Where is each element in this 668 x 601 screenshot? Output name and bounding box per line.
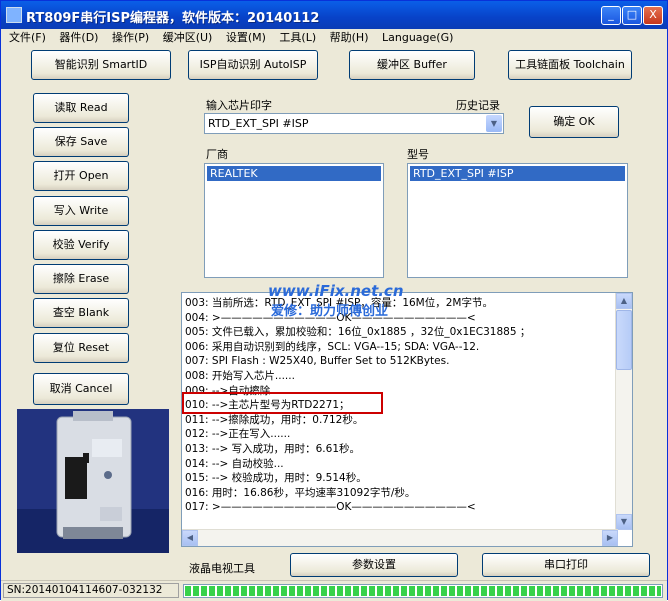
close-button[interactable]: X bbox=[643, 6, 663, 25]
vendor-list[interactable]: REALTEK bbox=[204, 163, 384, 278]
log-line: 013: --> 写入成功，用时：6.61秒。 bbox=[185, 442, 361, 455]
log-line: 004: >———————————OK———————————< bbox=[185, 311, 476, 324]
model-list-item[interactable]: RTD_EXT_SPI #ISP bbox=[410, 166, 625, 181]
chip-combobox-value: RTD_EXT_SPI #ISP bbox=[208, 117, 309, 130]
log-line: 005: 文件已载入，累加校验和：16位_0x1885 ，32位_0x1EC31… bbox=[185, 326, 531, 339]
status-bar: SN:20140104114607-032132 bbox=[1, 580, 667, 601]
main-window: RT809F串行ISP编程器，软件版本：20140112 _ □ X 文件(F)… bbox=[0, 0, 668, 601]
menu-settings[interactable]: 设置(M) bbox=[221, 29, 271, 47]
smartid-button[interactable]: 智能识别 SmartID bbox=[31, 50, 171, 80]
title-bar: RT809F串行ISP编程器，软件版本：20140112 _ □ X bbox=[1, 1, 667, 29]
programmer-image bbox=[17, 409, 169, 553]
vendor-label: 厂商 bbox=[206, 148, 228, 161]
write-button[interactable]: 写入 Write bbox=[33, 196, 129, 226]
chip-input-label: 输入芯片印字 bbox=[206, 99, 272, 112]
vendor-list-item[interactable]: REALTEK bbox=[207, 166, 381, 181]
erase-button[interactable]: 擦除 Erase bbox=[33, 264, 129, 294]
log-line: 016: 用时：16.86秒，平均速率31092字节/秒。 bbox=[185, 486, 416, 499]
confirm-ok-button[interactable]: 确定 OK bbox=[529, 106, 619, 138]
log-line: 006: 采用自动识别到的线序，SCL: VGA--15; SDA: VGA--… bbox=[185, 340, 480, 353]
menu-bar: 文件(F) 器件(D) 操作(P) 缓冲区(U) 设置(M) 工具(L) 帮助(… bbox=[4, 29, 664, 47]
minimize-button[interactable]: _ bbox=[601, 6, 621, 25]
menu-help[interactable]: 帮助(H) bbox=[325, 29, 374, 47]
menu-file[interactable]: 文件(F) bbox=[4, 29, 51, 47]
blank-button[interactable]: 查空 Blank bbox=[33, 298, 129, 328]
chevron-down-icon[interactable]: ▼ bbox=[486, 115, 502, 132]
progress-bar bbox=[183, 584, 663, 598]
model-label: 型号 bbox=[407, 148, 429, 161]
log-line: 011: -->擦除成功，用时：0.712秒。 bbox=[185, 413, 364, 426]
app-icon bbox=[6, 7, 22, 23]
log-line: 015: --> 校验成功，用时：9.514秒。 bbox=[185, 472, 367, 485]
read-button[interactable]: 读取 Read bbox=[33, 93, 129, 123]
log-line: 014: --> 自动校验... bbox=[185, 457, 284, 470]
log-line: 017: >———————————OK———————————< bbox=[185, 501, 476, 514]
scroll-up-icon[interactable]: ▲ bbox=[616, 293, 632, 309]
model-list[interactable]: RTD_EXT_SPI #ISP bbox=[407, 163, 628, 278]
maximize-button[interactable]: □ bbox=[622, 6, 642, 25]
highlight-box bbox=[182, 392, 383, 414]
log-line: 012: -->正在写入...... bbox=[185, 428, 291, 441]
log-scroll-thumb[interactable] bbox=[616, 310, 632, 370]
menu-device[interactable]: 器件(D) bbox=[54, 29, 103, 47]
progress-fill bbox=[185, 586, 661, 596]
serial-number: SN:20140104114607-032132 bbox=[3, 583, 179, 598]
menu-language[interactable]: Language(G) bbox=[377, 29, 458, 47]
menu-tools[interactable]: 工具(L) bbox=[274, 29, 321, 47]
save-button[interactable]: 保存 Save bbox=[33, 127, 129, 157]
log-line: 008: 开始写入芯片...... bbox=[185, 369, 295, 382]
serial-print-button[interactable]: 串口打印 bbox=[482, 553, 650, 577]
lcd-tools-label: 液晶电视工具 bbox=[189, 562, 255, 575]
log-output[interactable]: 003: 当前所选：RTD_EXT_SPI #ISP，容量：16M位，2M字节。… bbox=[181, 292, 633, 547]
menu-operation[interactable]: 操作(P) bbox=[107, 29, 154, 47]
log-line: 007: SPI Flash : W25X40, Buffer Set to 5… bbox=[185, 355, 450, 368]
scroll-left-icon[interactable]: ◀ bbox=[182, 530, 198, 546]
chip-combobox[interactable]: RTD_EXT_SPI #ISP ▼ bbox=[204, 113, 504, 134]
menu-buffer[interactable]: 缓冲区(U) bbox=[158, 29, 218, 47]
log-vertical-scrollbar[interactable]: ▲ ▼ bbox=[615, 293, 632, 530]
param-settings-button[interactable]: 参数设置 bbox=[290, 553, 458, 577]
reset-button[interactable]: 复位 Reset bbox=[33, 333, 129, 363]
scroll-right-icon[interactable]: ▶ bbox=[602, 530, 618, 546]
toolchain-button[interactable]: 工具链面板 Toolchain bbox=[508, 50, 632, 80]
open-button[interactable]: 打开 Open bbox=[33, 161, 129, 191]
programmer-photo bbox=[17, 409, 169, 553]
watermark-slogan: 爱修：助力师傅创业 bbox=[271, 304, 389, 319]
cancel-button[interactable]: 取消 Cancel bbox=[33, 373, 129, 405]
buffer-button[interactable]: 缓冲区 Buffer bbox=[349, 50, 475, 80]
history-label: 历史记录 bbox=[456, 99, 500, 112]
watermark-site: www.iFix.net.cn bbox=[268, 282, 404, 300]
log-horizontal-scrollbar[interactable]: ◀ ▶ bbox=[182, 529, 618, 546]
verify-button[interactable]: 校验 Verify bbox=[33, 230, 129, 260]
autoisp-button[interactable]: ISP自动识别 AutoISP bbox=[188, 50, 318, 80]
window-title: RT809F串行ISP编程器，软件版本：20140112 bbox=[26, 11, 320, 26]
scroll-down-icon[interactable]: ▼ bbox=[616, 514, 632, 530]
